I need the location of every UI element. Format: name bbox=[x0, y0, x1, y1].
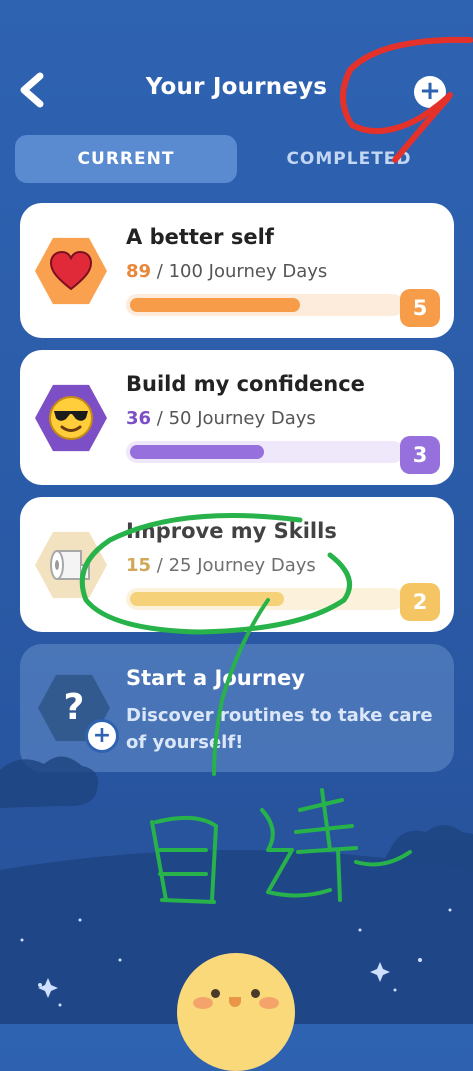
progress-fill bbox=[130, 445, 264, 459]
progress-track bbox=[126, 441, 404, 463]
sunglasses-face-icon bbox=[49, 396, 93, 440]
plus-icon: + bbox=[85, 719, 119, 753]
level-badge: 2 bbox=[400, 583, 440, 621]
progress-fill bbox=[130, 592, 284, 606]
cloud-right bbox=[385, 825, 473, 870]
journey-icon-badge bbox=[35, 237, 107, 305]
journey-days: 89 / 100 Journey Days bbox=[126, 261, 327, 282]
page-title: Your Journeys bbox=[145, 74, 328, 100]
green-annotation-scribble bbox=[150, 788, 412, 904]
journey-card-skills[interactable]: Improve my Skills 15 / 25 Journey Days 2 bbox=[20, 497, 454, 632]
start-journey-title: Start a Journey bbox=[126, 666, 305, 690]
days-done: 36 bbox=[126, 408, 152, 429]
tab-current[interactable]: CURRENT bbox=[15, 135, 237, 183]
mascot-beak bbox=[229, 997, 241, 1007]
mascot-eye bbox=[251, 989, 260, 998]
mascot-cheek bbox=[259, 997, 279, 1009]
add-journey-button[interactable]: + bbox=[414, 76, 446, 108]
progress-track bbox=[126, 588, 404, 610]
days-done: 89 bbox=[126, 261, 152, 282]
start-journey-description: Discover routines to take care of yourse… bbox=[126, 705, 433, 753]
heart-icon bbox=[49, 251, 93, 291]
journey-icon-badge bbox=[35, 384, 107, 452]
journey-icon-badge bbox=[35, 531, 107, 599]
days-total: / 100 Journey Days bbox=[156, 261, 328, 282]
mascot-bird bbox=[177, 953, 295, 1071]
mascot-eye bbox=[211, 989, 220, 998]
days-done: 15 bbox=[126, 555, 152, 576]
journey-card-confidence[interactable]: Build my confidence 36 / 50 Journey Days… bbox=[20, 350, 454, 485]
journey-title: Improve my Skills bbox=[126, 519, 337, 543]
journey-card-better-self[interactable]: A better self 89 / 100 Journey Days 5 bbox=[20, 203, 454, 338]
level-badge: 3 bbox=[400, 436, 440, 474]
journey-days: 36 / 50 Journey Days bbox=[126, 408, 316, 429]
journey-days: 15 / 25 Journey Days bbox=[126, 555, 316, 576]
progress-track bbox=[126, 294, 404, 316]
mascot-cheek bbox=[193, 997, 213, 1009]
journey-title: A better self bbox=[126, 225, 274, 249]
toilet-paper-icon bbox=[50, 550, 90, 580]
level-badge: 5 bbox=[400, 289, 440, 327]
days-total: / 25 Journey Days bbox=[156, 555, 316, 576]
tab-completed[interactable]: COMPLETED bbox=[240, 135, 458, 183]
start-journey-card[interactable]: ? + Start a Journey Discover routines to… bbox=[20, 644, 454, 772]
days-total: / 50 Journey Days bbox=[156, 408, 316, 429]
progress-fill bbox=[130, 298, 300, 312]
journey-title: Build my confidence bbox=[126, 372, 365, 396]
